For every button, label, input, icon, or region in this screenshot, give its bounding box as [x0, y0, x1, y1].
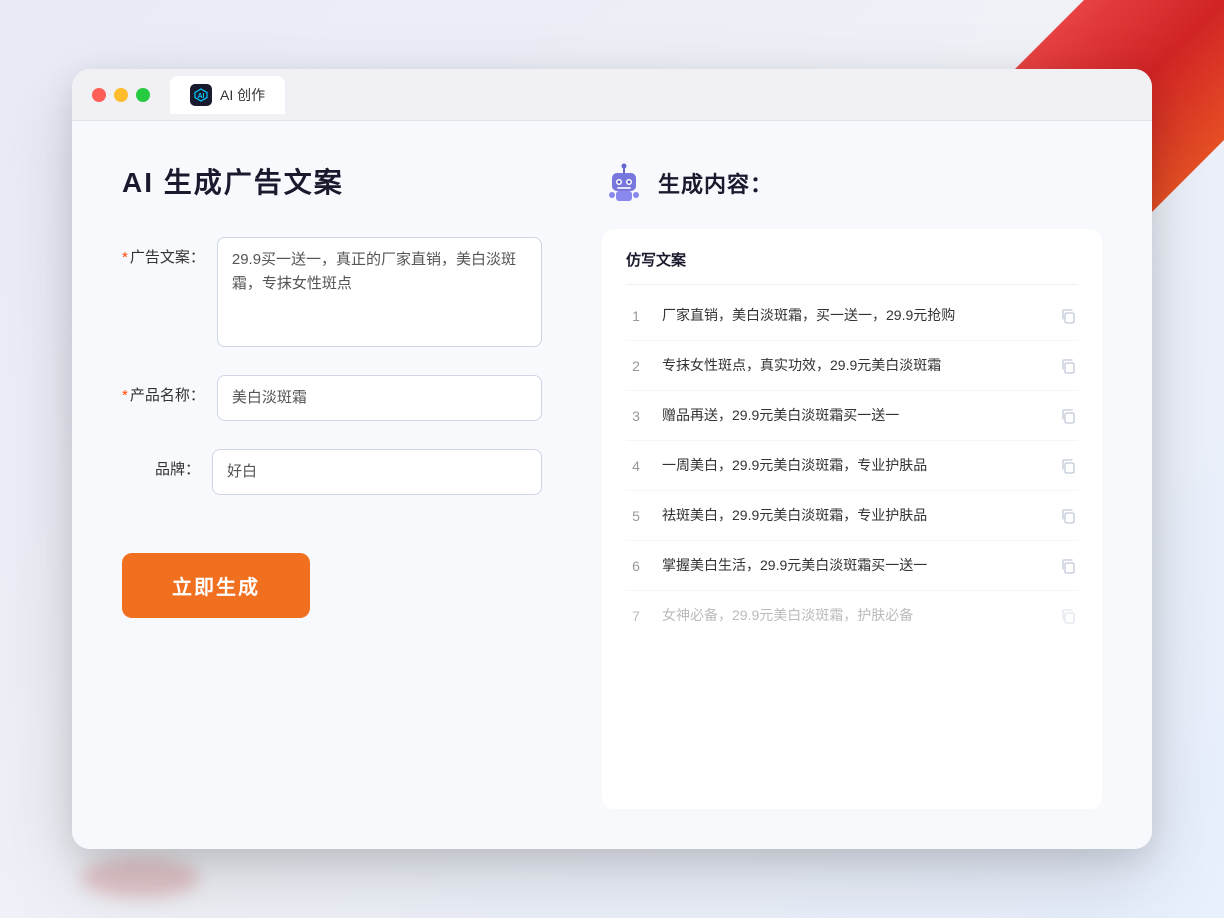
browser-window: AI AI 创作 AI 生成广告文案 *广告文案： *产品名称：: [72, 69, 1152, 849]
results-container: 仿写文案 1 厂家直销，美白淡斑霜，买一送一，29.9元抢购 2 专抹女性斑点，…: [602, 229, 1102, 809]
ai-tab[interactable]: AI AI 创作: [170, 76, 285, 114]
ad-copy-label: *广告文案：: [122, 237, 217, 268]
copy-icon[interactable]: [1058, 506, 1078, 526]
product-name-input[interactable]: [217, 375, 542, 421]
result-number: 1: [626, 308, 646, 324]
result-text: 赠品再送，29.9元美白淡斑霜买一送一: [662, 405, 1042, 426]
result-text: 厂家直销，美白淡斑霜，买一送一，29.9元抢购: [662, 305, 1042, 326]
copy-icon[interactable]: [1058, 606, 1078, 626]
brand-input[interactable]: [212, 449, 542, 495]
result-text: 一周美白，29.9元美白淡斑霜，专业护肤品: [662, 455, 1042, 476]
result-item: 7 女神必备，29.9元美白淡斑霜，护肤必备: [626, 591, 1078, 640]
result-item: 1 厂家直销，美白淡斑霜，买一送一，29.9元抢购: [626, 291, 1078, 341]
result-item: 6 掌握美白生活，29.9元美白淡斑霜买一送一: [626, 541, 1078, 591]
result-number: 3: [626, 408, 646, 424]
result-number: 6: [626, 558, 646, 574]
right-panel: 生成内容： 仿写文案 1 厂家直销，美白淡斑霜，买一送一，29.9元抢购 2 专…: [602, 161, 1102, 809]
copy-icon[interactable]: [1058, 406, 1078, 426]
copy-icon[interactable]: [1058, 356, 1078, 376]
result-text: 女神必备，29.9元美白淡斑霜，护肤必备: [662, 605, 1042, 626]
results-header: 仿写文案: [626, 249, 1078, 285]
minimize-button[interactable]: [114, 88, 128, 102]
result-item: 3 赠品再送，29.9元美白淡斑霜买一送一: [626, 391, 1078, 441]
copy-icon[interactable]: [1058, 556, 1078, 576]
ad-copy-input[interactable]: [217, 237, 542, 347]
section-title: 生成内容：: [658, 167, 773, 199]
generate-button[interactable]: 立即生成: [122, 553, 310, 618]
ad-copy-required: *: [122, 249, 128, 266]
product-name-label: *产品名称：: [122, 375, 217, 406]
result-item: 5 祛斑美白，29.9元美白淡斑霜，专业护肤品: [626, 491, 1078, 541]
results-list: 1 厂家直销，美白淡斑霜，买一送一，29.9元抢购 2 专抹女性斑点，真实功效，…: [626, 291, 1078, 640]
close-button[interactable]: [92, 88, 106, 102]
result-item: 2 专抹女性斑点，真实功效，29.9元美白淡斑霜: [626, 341, 1078, 391]
result-number: 5: [626, 508, 646, 524]
brand-label: 品牌：: [122, 449, 212, 480]
copy-icon[interactable]: [1058, 306, 1078, 326]
result-item: 4 一周美白，29.9元美白淡斑霜，专业护肤品: [626, 441, 1078, 491]
main-content: AI 生成广告文案 *广告文案： *产品名称： 品牌： 立: [72, 121, 1152, 849]
result-number: 2: [626, 358, 646, 374]
result-text: 掌握美白生活，29.9元美白淡斑霜买一送一: [662, 555, 1042, 576]
result-number: 4: [626, 458, 646, 474]
maximize-button[interactable]: [136, 88, 150, 102]
page-title: AI 生成广告文案: [122, 161, 542, 201]
result-number: 7: [626, 608, 646, 624]
ad-copy-group: *广告文案：: [122, 237, 542, 347]
product-name-required: *: [122, 387, 128, 404]
right-header: 生成内容：: [602, 161, 1102, 205]
ai-tab-icon: AI: [190, 84, 212, 106]
brand-group: 品牌：: [122, 449, 542, 495]
left-panel: AI 生成广告文案 *广告文案： *产品名称： 品牌： 立: [122, 161, 542, 809]
robot-icon: [602, 161, 646, 205]
copy-icon[interactable]: [1058, 456, 1078, 476]
result-text: 祛斑美白，29.9元美白淡斑霜，专业护肤品: [662, 505, 1042, 526]
svg-text:AI: AI: [198, 93, 205, 100]
product-name-group: *产品名称：: [122, 375, 542, 421]
title-bar: AI AI 创作: [72, 69, 1152, 121]
result-text: 专抹女性斑点，真实功效，29.9元美白淡斑霜: [662, 355, 1042, 376]
window-controls: [92, 88, 150, 102]
tab-label: AI 创作: [220, 85, 265, 105]
